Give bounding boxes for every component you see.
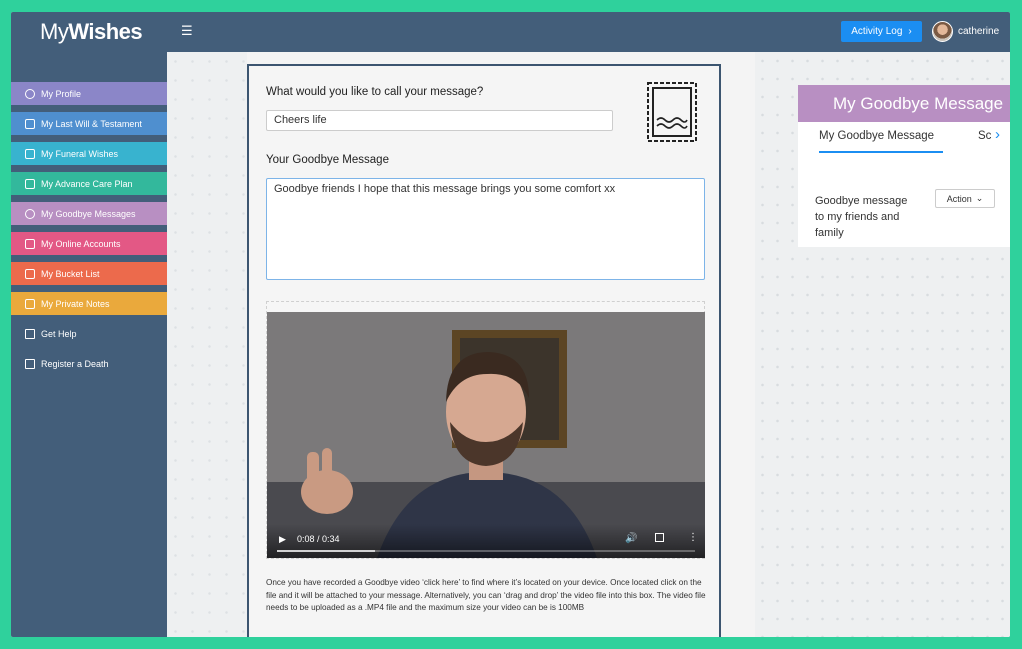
stamp-icon: [647, 82, 697, 142]
video-progress-fill: [277, 550, 376, 552]
title-question: What would you like to call your message…: [266, 86, 484, 98]
video-controls: ▶ 0:08 / 0:34 🔊 ⋮: [267, 524, 705, 558]
sidebar-item-register-death[interactable]: Register a Death: [11, 352, 167, 375]
tab-next[interactable]: Sc: [978, 130, 991, 142]
tab-my-goodbye-message[interactable]: My Goodbye Message: [819, 130, 934, 142]
sidebar-item-goodbye-messages[interactable]: My Goodbye Messages: [11, 202, 167, 225]
edit-icon: [25, 328, 35, 339]
avatar[interactable]: [932, 21, 953, 42]
volume-icon[interactable]: 🔊: [625, 533, 637, 544]
sidebar-item-will[interactable]: My Last Will & Testament: [11, 112, 167, 135]
sidebar-item-online-accounts[interactable]: My Online Accounts: [11, 232, 167, 255]
notes-icon: [25, 298, 35, 309]
action-dropdown[interactable]: Action ⌄: [935, 189, 995, 208]
video-time: 0:08 / 0:34: [297, 534, 340, 544]
sidebar-item-private-notes[interactable]: My Private Notes: [11, 292, 167, 315]
upload-help-text: Once you have recorded a Goodbye video ‘…: [266, 578, 706, 612]
app-frame: MyWishes ☰ Activity Log › catherine My P…: [11, 12, 1010, 637]
fingerprint-icon: [25, 208, 35, 219]
video-dropzone[interactable]: ▶ 0:08 / 0:34 🔊 ⋮: [266, 301, 705, 559]
hamburger-icon[interactable]: ☰: [181, 24, 195, 38]
sidebar-item-bucket-list[interactable]: My Bucket List: [11, 262, 167, 285]
play-icon[interactable]: ▶: [279, 534, 286, 545]
sidebar-item-get-help[interactable]: Get Help: [11, 322, 167, 345]
activity-log-label: Activity Log: [851, 26, 903, 37]
document-icon: [25, 118, 35, 129]
calendar-icon: [25, 148, 35, 159]
activity-log-button[interactable]: Activity Log ›: [841, 21, 922, 42]
goodbye-message-panel: My Goodbye Message My Goodbye Message Sc…: [798, 85, 1010, 247]
fullscreen-icon[interactable]: [655, 533, 664, 542]
more-vertical-icon[interactable]: ⋮: [688, 532, 698, 543]
chevron-down-icon: ⌄: [975, 193, 984, 203]
bucket-icon: [25, 268, 35, 279]
book-icon: [25, 178, 35, 189]
message-label: Your Goodbye Message: [266, 154, 389, 166]
sidebar-item-funeral[interactable]: My Funeral Wishes: [11, 142, 167, 165]
message-title-input[interactable]: Cheers life: [266, 110, 613, 131]
message-form-card: What would you like to call your message…: [247, 64, 721, 637]
message-list-item-title[interactable]: Goodbye message to my friends and family: [815, 193, 915, 241]
panel-header: My Goodbye Message: [798, 85, 1010, 122]
video-progress[interactable]: [277, 550, 695, 552]
profile-icon: [25, 88, 35, 99]
accounts-icon: [25, 238, 35, 249]
doodle-background-left: [167, 52, 247, 637]
panel-tabs: My Goodbye Message Sc ›: [798, 122, 1010, 154]
video-frame: [267, 312, 705, 558]
sidebar-item-profile[interactable]: My Profile: [11, 82, 167, 105]
sidebar-item-care-plan[interactable]: My Advance Care Plan: [11, 172, 167, 195]
username[interactable]: catherine: [958, 26, 999, 37]
sidebar: My Profile My Last Will & Testament My F…: [11, 52, 167, 637]
message-textarea[interactable]: Goodbye friends I hope that this message…: [266, 178, 705, 280]
chevron-right-icon[interactable]: ›: [995, 126, 1000, 143]
register-icon: [25, 358, 35, 369]
logo[interactable]: MyWishes: [40, 19, 143, 45]
chevron-right-icon: ›: [908, 26, 912, 37]
active-tab-indicator: [819, 151, 943, 153]
video-player[interactable]: ▶ 0:08 / 0:34 🔊 ⋮: [267, 312, 705, 558]
top-bar: MyWishes ☰ Activity Log › catherine: [11, 12, 1010, 52]
